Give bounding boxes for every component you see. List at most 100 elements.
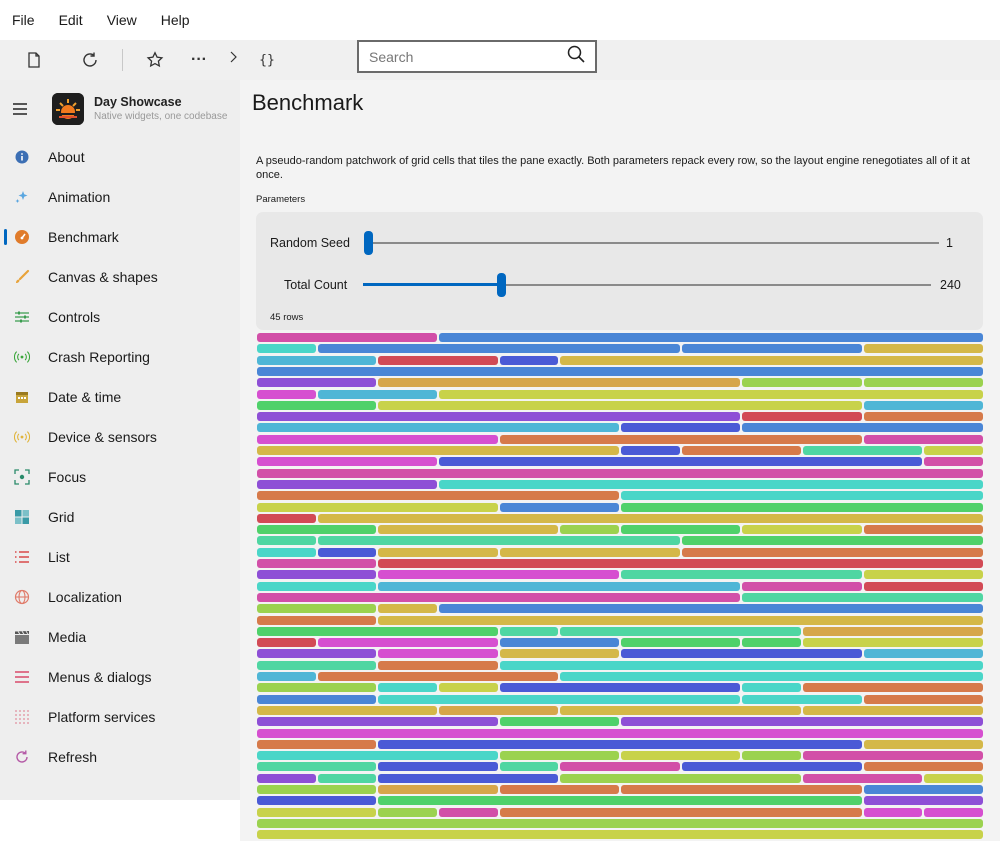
grid-row	[256, 785, 984, 795]
grid-cell	[621, 751, 741, 761]
refresh-icon[interactable]	[68, 40, 112, 80]
sidebar-item-crash-reporting[interactable]: Crash Reporting	[0, 337, 240, 377]
sidebar-item-label: Platform services	[48, 709, 156, 725]
grid-row	[256, 378, 984, 388]
grid-cell	[257, 649, 377, 659]
star-icon[interactable]	[133, 40, 177, 80]
grid-row	[256, 796, 984, 806]
grid-cell	[257, 547, 316, 557]
sparkle-icon	[14, 189, 30, 205]
grid-cell	[863, 796, 983, 806]
grid-cell	[742, 694, 862, 704]
hamburger-icon[interactable]	[0, 89, 40, 129]
grid-cell	[560, 705, 801, 715]
grid-cell	[742, 751, 801, 761]
sidebar-item-canvas-shapes[interactable]: Canvas & shapes	[0, 257, 240, 297]
random-seed-value: 1	[946, 236, 953, 250]
grid-cell	[621, 525, 741, 535]
grid-cell	[257, 559, 377, 568]
grid-cell	[439, 457, 923, 467]
total-count-label: Total Count	[284, 278, 348, 292]
grid-cell	[378, 570, 619, 580]
search-input[interactable]	[369, 48, 567, 65]
grid-row	[256, 751, 984, 761]
sidebar-item-refresh[interactable]: Refresh	[0, 737, 240, 777]
total-count-thumb[interactable]	[496, 273, 506, 297]
menu-icon	[14, 669, 30, 685]
grid-cell	[499, 762, 559, 772]
grid-cell	[317, 638, 498, 648]
grid-row	[256, 818, 984, 829]
sidebar-item-device-sensors[interactable]: Device & sensors	[0, 417, 240, 457]
grid-cell	[257, 479, 437, 489]
grid-cell	[257, 683, 377, 693]
grid-cell	[317, 344, 680, 354]
list-icon	[14, 549, 30, 565]
grid-cell	[499, 717, 619, 727]
grid-row	[256, 344, 984, 354]
menu-help[interactable]: Help	[149, 0, 202, 40]
grid-cell	[621, 638, 741, 648]
grid-cell	[257, 773, 316, 783]
grid-cell	[257, 785, 377, 794]
info-icon	[14, 149, 30, 165]
sidebar-item-label: Crash Reporting	[48, 349, 150, 365]
braces-icon[interactable]: {}	[245, 40, 289, 80]
grid-cell	[560, 525, 619, 535]
menu-edit[interactable]: Edit	[47, 0, 95, 40]
grid-row	[256, 762, 984, 772]
more-icon[interactable]: ···	[177, 40, 221, 80]
file-icon[interactable]	[12, 40, 56, 80]
grid-cell	[317, 547, 377, 557]
grid-cell	[378, 762, 498, 772]
grid-cell	[681, 547, 983, 557]
random-seed-track[interactable]	[364, 242, 939, 244]
sidebar-item-platform-services[interactable]: Platform services	[0, 697, 240, 737]
sidebar-item-label: Benchmark	[48, 229, 119, 245]
sidebar-item-focus[interactable]: Focus	[0, 457, 240, 497]
chevron-right-icon[interactable]	[221, 37, 245, 77]
sidebar-item-list[interactable]: List	[0, 537, 240, 577]
sidebar-item-media[interactable]: Media	[0, 617, 240, 657]
sidebar-item-animation[interactable]: Animation	[0, 177, 240, 217]
grid-row	[256, 660, 984, 671]
grid-cell	[499, 785, 619, 794]
grid-row	[256, 525, 984, 535]
grid-cell	[560, 355, 983, 365]
grid-row	[256, 830, 984, 840]
grid-cell	[257, 705, 437, 715]
grid-cell	[257, 513, 316, 523]
search-icon[interactable]	[567, 45, 585, 68]
search-box[interactable]	[357, 40, 597, 73]
sidebar-item-localization[interactable]: Localization	[0, 577, 240, 617]
grid-cell	[863, 739, 983, 749]
sidebar-item-controls[interactable]: Controls	[0, 297, 240, 337]
sidebar-item-date-time[interactable]: Date & time	[0, 377, 240, 417]
sidebar-item-label: Canvas & shapes	[48, 269, 158, 285]
sidebar-item-grid[interactable]: Grid	[0, 497, 240, 537]
menu-file[interactable]: File	[0, 0, 47, 40]
random-seed-thumb[interactable]	[364, 231, 373, 255]
sidebar-item-about[interactable]: About	[0, 137, 240, 177]
grid-cell	[742, 581, 862, 591]
sidebar-item-benchmark[interactable]: Benchmark	[0, 217, 240, 257]
grid-cell	[863, 525, 983, 535]
broadcast-icon	[14, 349, 30, 365]
menu-view[interactable]: View	[95, 0, 149, 40]
sidebar-item-label: About	[48, 149, 85, 165]
grid-row	[256, 355, 984, 366]
sidebar-item-menus-dialogs[interactable]: Menus & dialogs	[0, 657, 240, 697]
grid-cell	[378, 355, 498, 365]
grid-cell	[681, 762, 862, 772]
grid-cell	[439, 389, 983, 399]
grid-row	[256, 559, 984, 569]
grid-row	[256, 705, 984, 716]
grid-cell	[621, 502, 983, 512]
grid-row	[256, 457, 984, 467]
grid-cell	[257, 446, 619, 455]
sidebar-item-label: List	[48, 549, 70, 565]
grid-cell	[499, 434, 862, 444]
clapper-icon	[14, 629, 30, 645]
grid-row	[256, 683, 984, 693]
toolbar-divider	[122, 49, 123, 71]
